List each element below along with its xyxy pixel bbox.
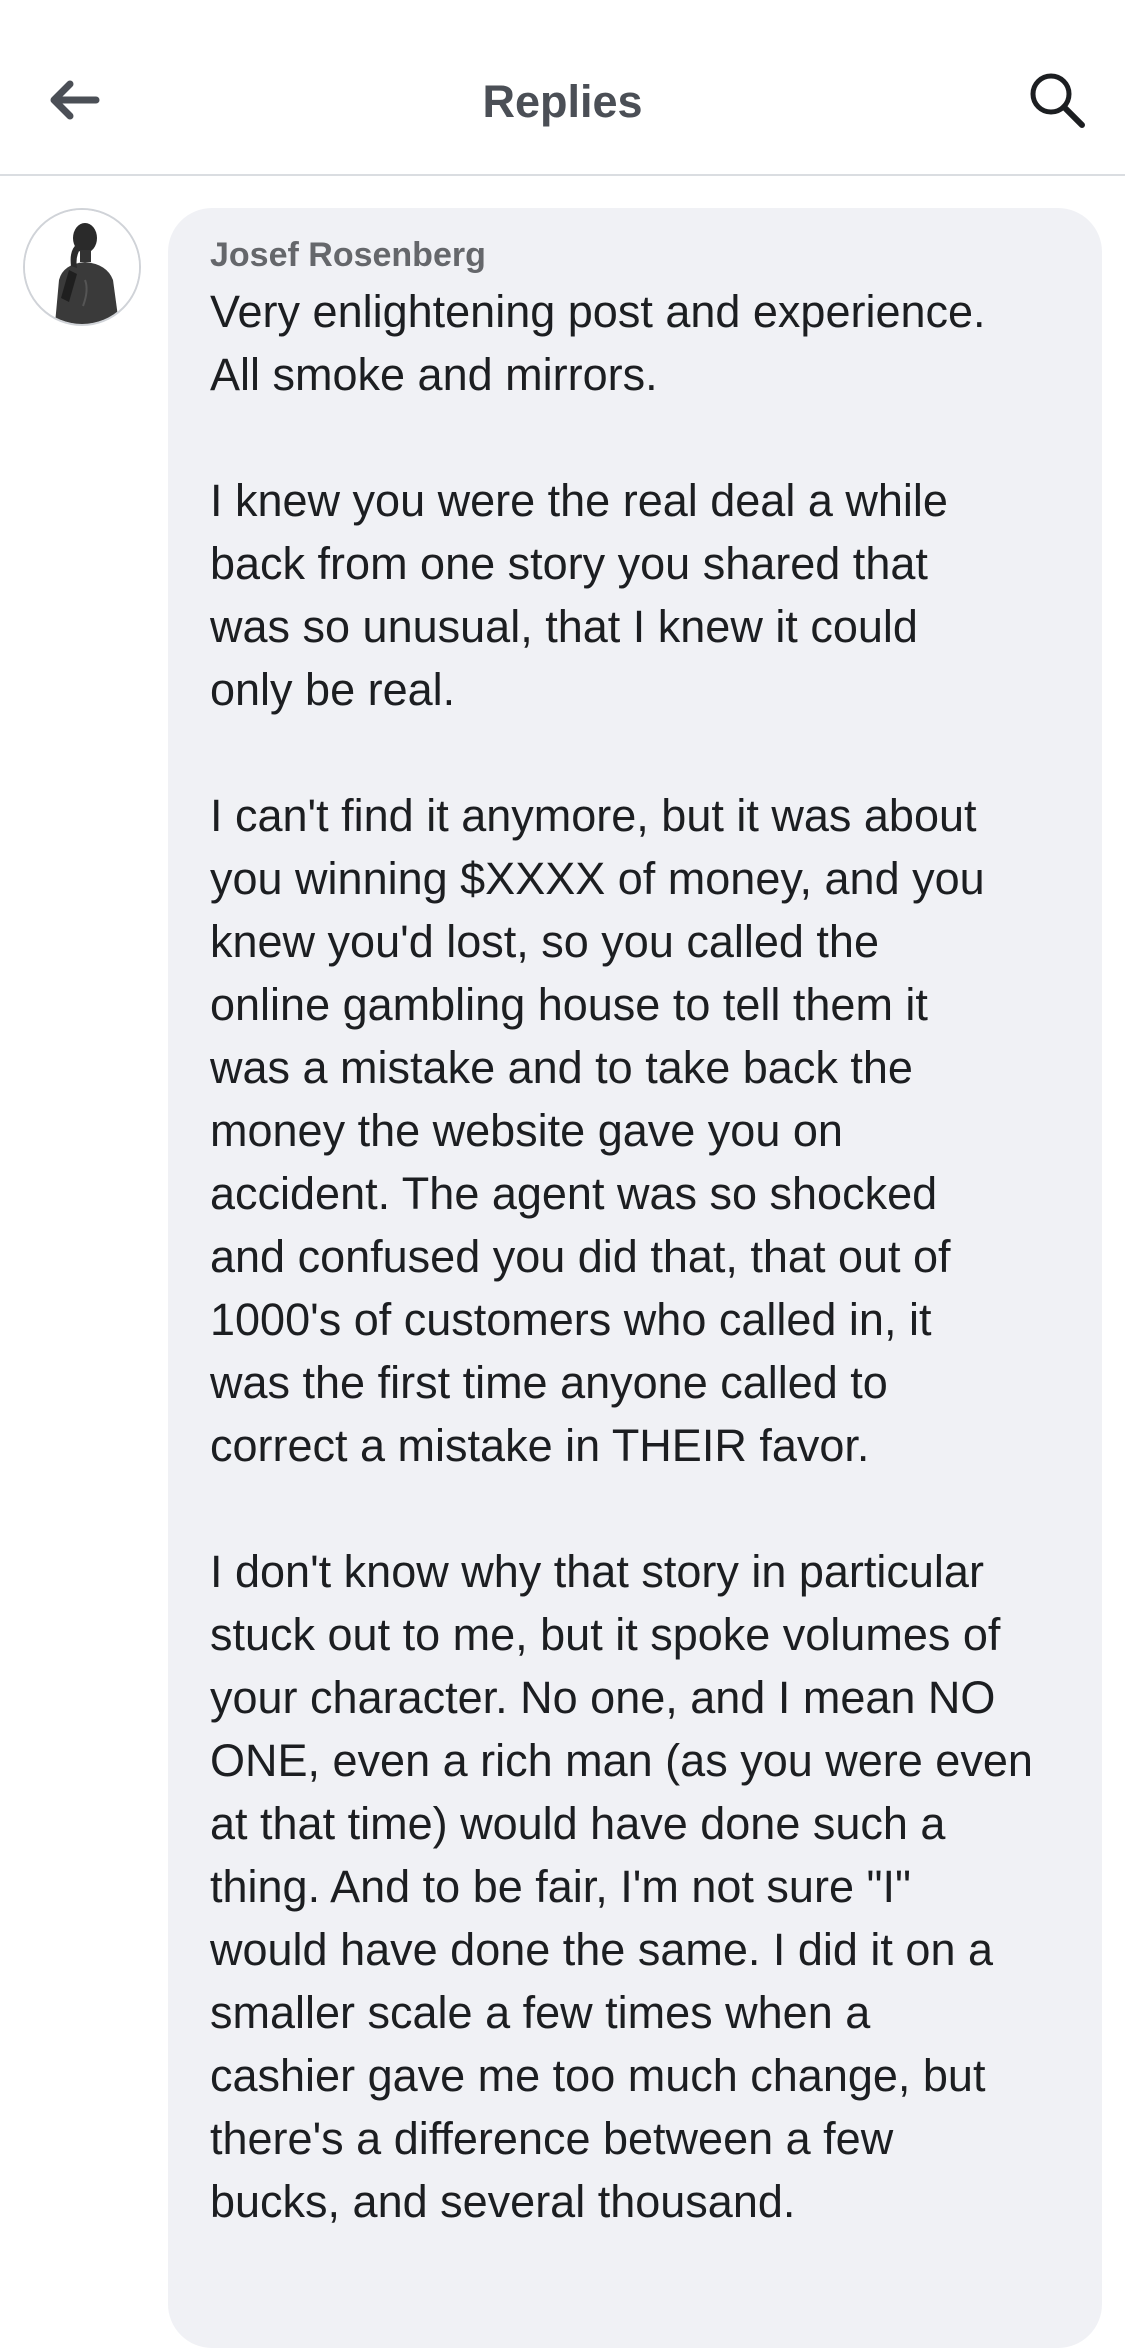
comment-bubble: Josef Rosenberg Very enlightening post a… (168, 208, 1102, 2348)
comment-paragraph: Very enlightening post and experience. A… (210, 286, 986, 400)
comment-paragraph: I knew you were the real deal a while ba… (210, 475, 948, 715)
user-photo-icon (25, 210, 139, 324)
search-button[interactable] (1019, 62, 1095, 138)
comment-text: Very enlightening post and experience. A… (210, 280, 1062, 2233)
search-icon (1030, 73, 1085, 128)
avatar[interactable] (23, 208, 141, 326)
page-title: Replies (482, 76, 643, 127)
comment-paragraph: I can't find it anymore, but it was abou… (210, 790, 985, 1471)
comment-paragraph: I don't know why that story in particula… (210, 1546, 1033, 2227)
author-name[interactable]: Josef Rosenberg (210, 234, 1062, 276)
top-bar: Replies (0, 0, 1125, 176)
